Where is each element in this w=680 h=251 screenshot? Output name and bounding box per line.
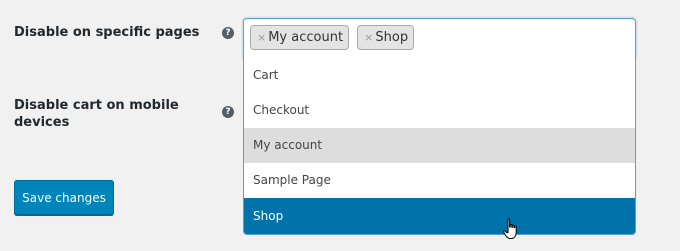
hand-pointer-icon — [503, 218, 517, 239]
pages-multiselect[interactable]: × My account × Shop — [243, 18, 636, 58]
save-changes-button[interactable]: Save changes — [14, 180, 114, 215]
disable-pages-label: Disable on specific pages — [14, 25, 200, 40]
remove-chip-icon[interactable]: × — [257, 31, 266, 44]
selected-chip: × Shop — [357, 25, 415, 50]
dropdown-option[interactable]: Shop — [244, 198, 635, 234]
selected-chip: × My account — [250, 25, 350, 50]
chip-label: Shop — [375, 30, 409, 45]
disable-mobile-label: Disable cart on mobile devices — [14, 98, 179, 130]
help-icon[interactable]: ? — [222, 106, 234, 118]
remove-chip-icon[interactable]: × — [364, 31, 373, 44]
dropdown-option[interactable]: Checkout — [244, 93, 635, 128]
help-icon[interactable]: ? — [222, 27, 234, 39]
dropdown-option[interactable]: My account — [244, 128, 635, 163]
dropdown-option[interactable]: Sample Page — [244, 163, 635, 198]
chip-label: My account — [268, 30, 344, 45]
pages-dropdown: Cart Checkout My account Sample Page Sho… — [243, 58, 636, 235]
settings-page: Disable on specific pages ? Disable cart… — [0, 0, 680, 251]
dropdown-option[interactable]: Cart — [244, 58, 635, 93]
